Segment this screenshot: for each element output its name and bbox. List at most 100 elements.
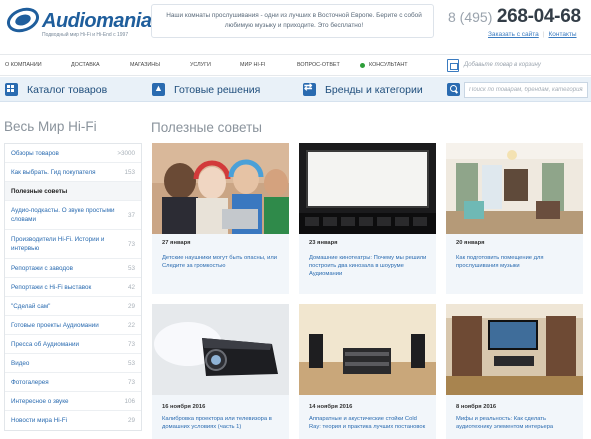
solutions-label: Готовые решения [174,83,261,96]
nav-about[interactable]: О компании [5,62,42,68]
sidebar-item-count: 73 [127,378,135,386]
sidebar-item-count: 22 [127,321,135,329]
sidebar-item-count: 53 [127,359,135,367]
sidebar-item-guide[interactable]: Как выбрать. Гид покупателя 153 [5,163,141,182]
sidebar-item-news[interactable]: Новости мира Hi-Fi 29 [5,411,141,430]
logo-name: Audiomania [42,10,152,32]
order-link[interactable]: Заказать с сайта [488,31,539,38]
sidebar-item-press[interactable]: Пресса об Аудиомании 73 [5,335,141,354]
sidebar-item-tips[interactable]: Полезные советы [5,182,141,201]
nav-delivery[interactable]: Доставка [71,62,100,68]
consultant-online-icon [360,63,365,68]
article-title[interactable]: Детские наушники могут быть опасны, или … [162,254,282,270]
sidebar-item-label: Видео [11,359,30,367]
thumbs-up-icon [152,83,165,96]
sidebar-item-podcasts[interactable]: Аудио-подкасты. О звуке простыми словами… [5,201,141,230]
sidebar-item-manufacturers[interactable]: Производители Hi-Fi. Истории и интервью 7… [5,230,141,259]
logo-tagline: Подводный мир Hi-Fi и Hi-End с 1997 [42,32,129,38]
sidebar-item-label: Как выбрать. Гид покупателя [11,168,96,176]
nav-shops[interactable]: Магазины [130,62,160,68]
article-date: 23 января [309,240,338,246]
brands-button[interactable]: Бренды и категории [303,77,423,102]
sidebar-item-label: Производители Hi-Fi. Истории и интервью [11,236,105,252]
nav-hifi-world[interactable]: Мир Hi-Fi [240,62,265,68]
nav-faq[interactable]: Вопрос-ответ [297,62,340,68]
article-card[interactable]: 23 января Домашние кинотеатры: Почему мы… [299,143,436,294]
article-image[interactable] [152,304,289,395]
sidebar-item-label: Новости мира Hi-Fi [11,417,68,424]
search-icon[interactable] [447,83,460,96]
phone-digits: 268-04-68 [496,6,581,27]
sidebar-item-count: 42 [127,283,135,291]
logo-swoosh-icon [6,7,40,33]
sidebar-item-count: 37 [127,211,135,219]
article-title[interactable]: Калибровка проектора или телевизора в до… [162,415,282,431]
page-title: Полезные советы [151,120,262,135]
article-date: 27 января [162,240,191,246]
article-date: 14 ноября 2016 [309,404,353,410]
cart-icon[interactable] [447,59,459,72]
sidebar-item-exhibition-reports[interactable]: Репортажи с Hi-Fi выставок 42 [5,278,141,297]
article-image[interactable] [152,143,289,234]
nav-services[interactable]: Услуги [190,62,211,68]
article-date: 8 ноября 2016 [456,404,497,410]
sidebar-item-label: Репортажи с Hi-Fi выставок [11,283,92,291]
brands-label: Бренды и категории [325,83,423,96]
sidebar-item-reviews[interactable]: Обзоры товаров >3000 [5,144,141,163]
article-title[interactable]: Мифы и реальность: Как сделать аудиотехн… [456,415,576,431]
sidebar-item-label: Пресса об Аудиомании [11,340,80,348]
top-nav: О компании Доставка Магазины Услуги Мир … [0,54,591,76]
sidebar-item-count: 53 [127,264,135,272]
promo-text: Наши комнаты прослушивания - одни из луч… [166,12,422,29]
sidebar-item-sound-facts[interactable]: Интересное о звуке 106 [5,392,141,411]
sidebar-item-label: Полезные советы [11,187,68,195]
phone-number[interactable]: 8 (495) 268-04-68 [448,6,581,28]
link-separator: | [542,31,545,38]
sidebar-menu: Обзоры товаров >3000 Как выбрать. Гид пок… [4,143,142,431]
solutions-button[interactable]: Готовые решения [152,77,260,102]
article-card[interactable]: 20 января Как подготовить помещение для … [446,143,583,294]
sidebar-item-count: >3000 [117,149,135,157]
sidebar-item-count: 153 [124,168,135,176]
sidebar-item-label: Обзоры товаров [11,149,59,157]
article-image[interactable] [446,304,583,395]
header-links: Заказать с сайта | Контакты [488,31,577,38]
sidebar-item-label: Фотогалерея [11,378,49,386]
sidebar-item-label: Репортажи с заводов [11,264,73,272]
article-image[interactable] [299,143,436,234]
nav-consultant[interactable]: Консультант [369,62,408,68]
article-title[interactable]: Как подготовить помещение для прослушива… [456,254,576,270]
promo-banner: Наши комнаты прослушивания - одни из луч… [151,4,434,38]
sidebar-item-label: "Сделай сам" [11,302,51,310]
sidebar-item-video[interactable]: Видео 53 [5,354,141,373]
sidebar-item-projects[interactable]: Готовые проекты Аудиомании 22 [5,316,141,335]
sidebar-item-label: Готовые проекты Аудиомании [11,321,99,329]
article-image[interactable] [446,143,583,234]
article-card[interactable]: 8 ноября 2016 Мифы и реальность: Как сде… [446,304,583,439]
sidebar-item-diy[interactable]: "Сделай сам" 29 [5,297,141,316]
article-date: 20 января [456,240,485,246]
article-title[interactable]: Аппаратные и акустические стойки Cold Ra… [309,415,429,431]
sidebar-item-count: 29 [127,302,135,310]
sidebar-item-label: Интересное о звуке [11,397,69,405]
article-card[interactable]: 14 ноября 2016 Аппаратные и акустические… [299,304,436,439]
article-image[interactable] [299,304,436,395]
cart-status[interactable]: Добавьте товар в корзину [464,62,541,68]
sidebar-item-photos[interactable]: Фотогалерея 73 [5,373,141,392]
sidebar-item-label: Аудио-подкасты. О звуке простыми словами [11,207,115,223]
contacts-link[interactable]: Контакты [548,31,576,38]
sidebar-item-count: 29 [127,417,135,424]
site-logo[interactable]: Audiomania Подводный мир Hi-Fi и Hi-End … [6,6,152,38]
article-card[interactable]: 27 января Детские наушники могут быть оп… [152,143,289,294]
sidebar-item-count: 73 [127,340,135,348]
search-input[interactable] [464,82,588,98]
article-title[interactable]: Домашние кинотеатры: Почему мы решили по… [309,254,429,279]
article-card[interactable]: 16 ноября 2016 Калибровка проектора или … [152,304,289,439]
sidebar-item-count: 73 [127,240,135,248]
arrows-icon [303,82,316,96]
grid-icon [5,83,18,96]
sidebar-item-factory-reports[interactable]: Репортажи с заводов 53 [5,259,141,278]
catalog-label: Каталог товаров [27,83,108,96]
catalog-button[interactable]: Каталог товаров [5,77,107,102]
site-header: Audiomania Подводный мир Hi-Fi и Hi-End … [0,0,591,50]
